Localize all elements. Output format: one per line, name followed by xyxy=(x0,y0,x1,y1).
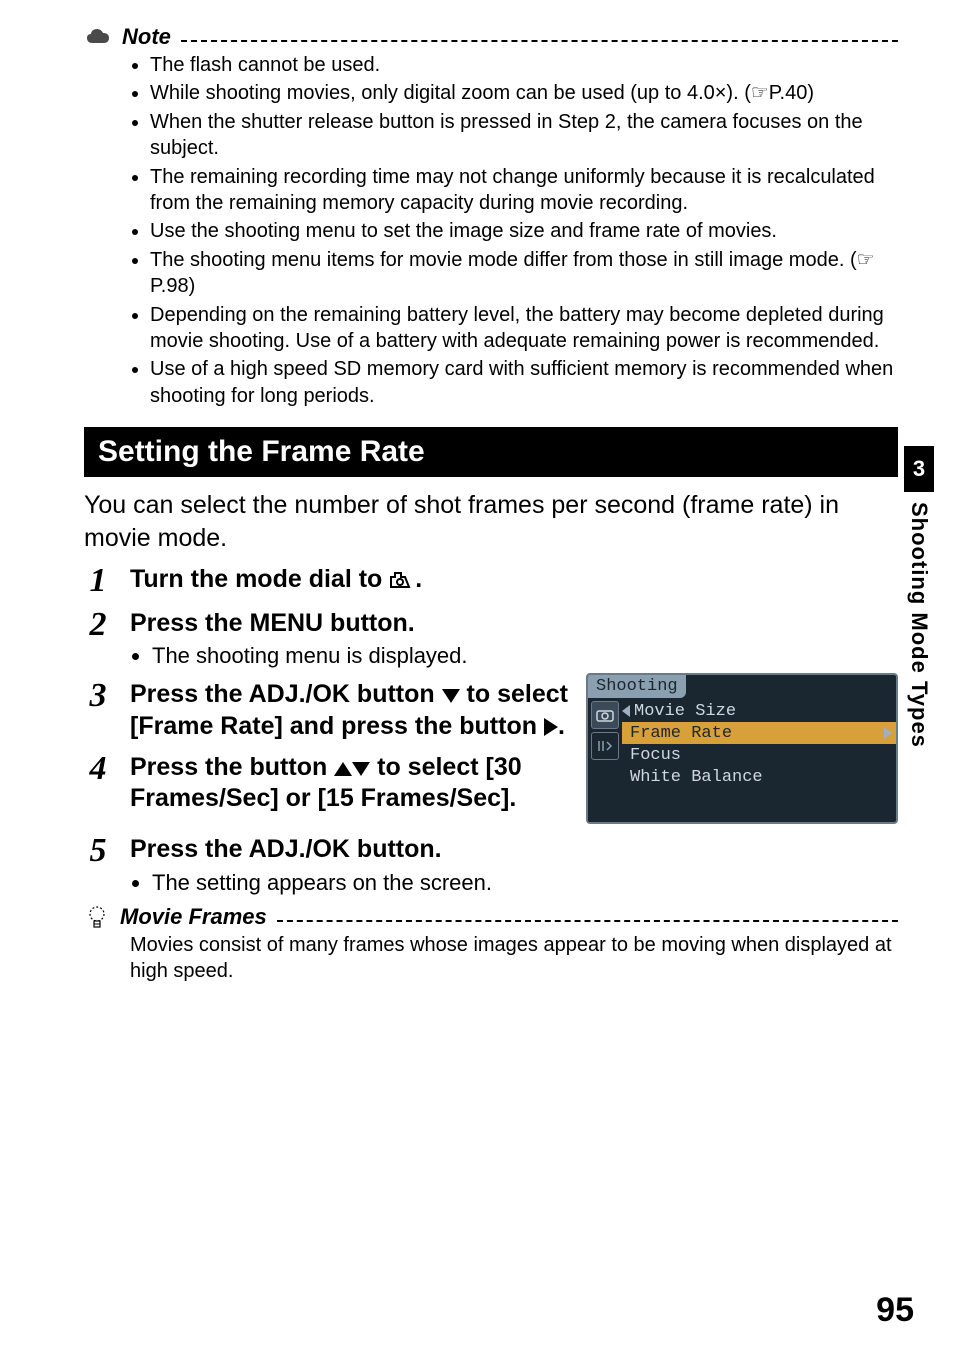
note-cloud-icon xyxy=(84,27,112,47)
step-2-sub: The shooting menu is displayed. xyxy=(152,643,898,669)
step-5-title: Press the ADJ./OK button. xyxy=(130,834,898,865)
camera-menu-screenshot: Shooting Movie Size Frame Rate Focus Whi… xyxy=(586,673,898,824)
step-3-text-a: Press the ADJ./OK button xyxy=(130,680,442,708)
screenshot-tab-camera xyxy=(591,701,619,729)
screenshot-tabs xyxy=(588,698,622,822)
side-tab: 3 Shooting Mode Types xyxy=(904,446,934,748)
note-item: Depending on the remaining battery level… xyxy=(150,302,898,355)
tools-icon xyxy=(596,739,614,753)
screenshot-row-selected: Frame Rate xyxy=(622,722,896,744)
screenshot-row-label: Movie Size xyxy=(634,702,736,721)
note-item: Use of a high speed SD memory card with … xyxy=(150,356,898,409)
section-title: Setting the Frame Rate xyxy=(84,427,898,477)
step-1-text-b: . xyxy=(415,565,422,593)
note-item: When the shutter release button is press… xyxy=(150,109,898,162)
note-item: Use the shooting menu to set the image s… xyxy=(150,218,898,244)
step-number-4: 4 xyxy=(84,752,112,815)
page-number: 95 xyxy=(876,1291,914,1330)
step-3-title: Press the ADJ./OK button to select [Fram… xyxy=(130,679,568,742)
side-chapter-title: Shooting Mode Types xyxy=(906,502,932,748)
note-list: The flash cannot be used. While shooting… xyxy=(84,52,898,409)
screenshot-tab-setup xyxy=(591,732,619,760)
screenshot-row-label: Focus xyxy=(630,746,681,765)
screenshot-row-label: Frame Rate xyxy=(630,724,732,743)
note-dash-line xyxy=(181,40,898,42)
tip-text: Movies consist of many frames whose imag… xyxy=(130,932,898,984)
note-label: Note xyxy=(122,24,171,50)
screenshot-row: Focus xyxy=(622,744,896,766)
down-arrow-icon xyxy=(352,762,370,776)
camera-icon xyxy=(596,708,614,722)
step-number-2: 2 xyxy=(84,608,112,669)
movie-mode-icon xyxy=(389,566,415,584)
screenshot-header: Shooting xyxy=(588,675,686,698)
screenshot-row: Movie Size xyxy=(622,700,896,722)
down-arrow-icon xyxy=(442,689,460,703)
step-2-title: Press the MENU button. xyxy=(130,608,898,639)
right-arrow-icon xyxy=(884,727,892,739)
note-item: The remaining recording time may not cha… xyxy=(150,164,898,217)
screenshot-row: White Balance xyxy=(622,766,896,788)
up-arrow-icon xyxy=(334,762,352,776)
step-1-text-a: Turn the mode dial to xyxy=(130,565,389,593)
intro-text: You can select the number of shot frames… xyxy=(84,489,898,554)
step-4-title: Press the button to select [30 Frames/Se… xyxy=(130,752,568,815)
lightbulb-icon xyxy=(84,902,110,932)
step-1-title: Turn the mode dial to . xyxy=(130,564,898,595)
left-arrow-icon xyxy=(622,705,630,717)
side-chapter-number: 3 xyxy=(904,446,934,492)
note-item: The flash cannot be used. xyxy=(150,52,898,78)
right-arrow-icon xyxy=(544,718,558,736)
step-3-text-c: . xyxy=(558,712,565,740)
step-number-5: 5 xyxy=(84,834,112,895)
step-number-3: 3 xyxy=(84,679,112,742)
note-item: The shooting menu items for movie mode d… xyxy=(150,247,898,300)
tip-label: Movie Frames xyxy=(120,904,267,930)
screenshot-row-label: White Balance xyxy=(630,768,763,787)
note-item: While shooting movies, only digital zoom… xyxy=(150,80,898,106)
step-5-sub: The setting appears on the screen. xyxy=(152,870,898,896)
step-number-1: 1 xyxy=(84,564,112,598)
step-4-text-a: Press the button xyxy=(130,753,334,781)
tip-dash-line xyxy=(277,920,898,922)
